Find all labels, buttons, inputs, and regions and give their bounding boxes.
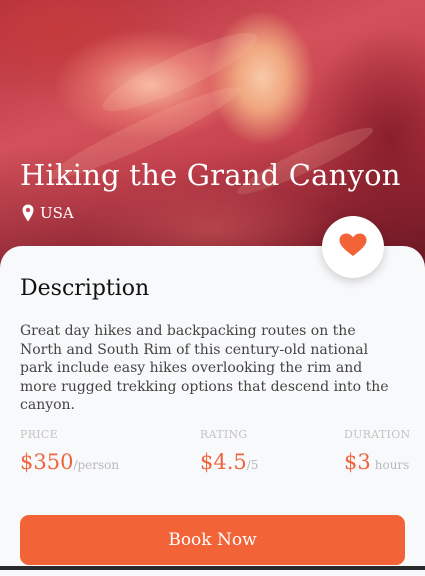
rating-value: $4.5 bbox=[200, 450, 247, 474]
bottom-edge bbox=[0, 566, 425, 570]
description-text: Great day hikes and backpacking routes o… bbox=[20, 323, 389, 413]
map-pin-icon bbox=[22, 204, 34, 222]
book-now-button[interactable]: Book Now bbox=[20, 515, 405, 565]
location-label: USA bbox=[40, 204, 74, 222]
favorite-button[interactable] bbox=[322, 216, 384, 278]
rating-unit: /5 bbox=[246, 458, 259, 472]
rating-stat: RATING $4.5/5 bbox=[200, 428, 258, 478]
heart-icon bbox=[339, 233, 367, 261]
price-label: PRICE bbox=[20, 428, 58, 441]
description-heading: Description bbox=[20, 276, 150, 301]
duration-stat: DURATION $3 hours bbox=[344, 428, 410, 478]
price-unit: /person bbox=[73, 458, 120, 472]
price-stat: PRICE $350/person bbox=[20, 428, 119, 478]
duration-unit: hours bbox=[374, 458, 410, 472]
rating-label: RATING bbox=[200, 428, 248, 441]
duration-value: $3 bbox=[344, 450, 371, 474]
price-value: $350 bbox=[20, 450, 74, 474]
duration-label: DURATION bbox=[344, 428, 411, 441]
page-title: Hiking the Grand Canyon bbox=[20, 158, 401, 192]
location: USA bbox=[22, 203, 74, 223]
